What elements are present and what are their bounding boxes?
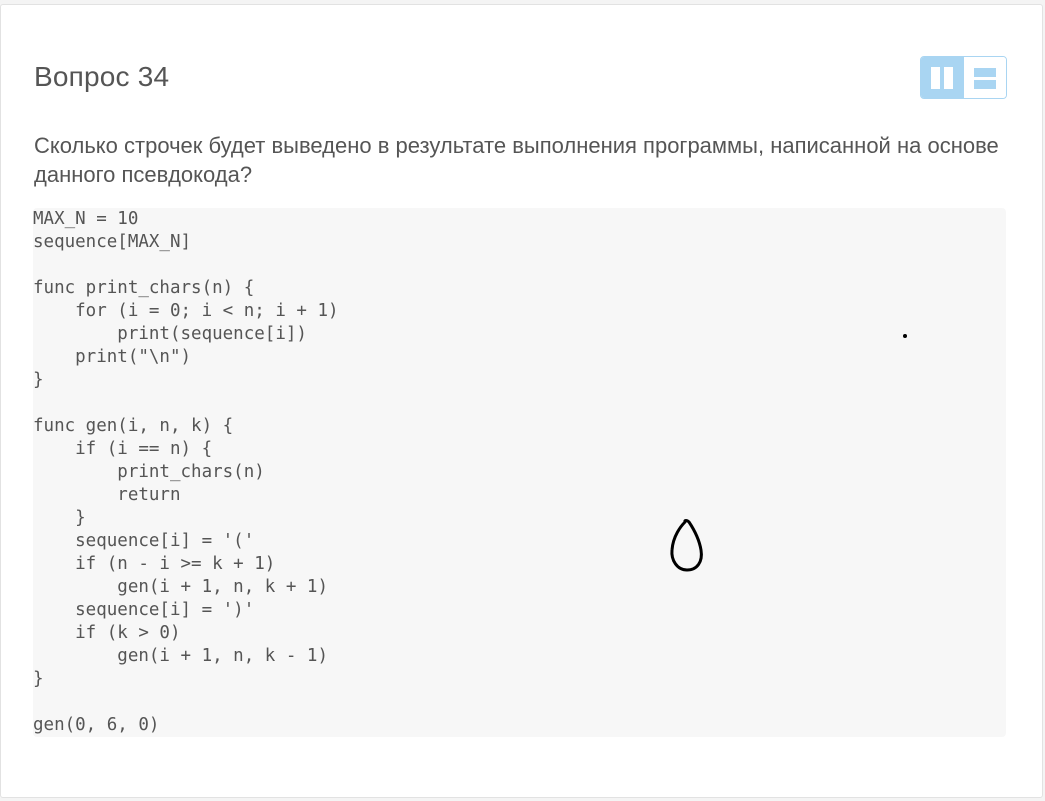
code-line: func print_chars(n) { xyxy=(33,278,255,298)
code-line: } xyxy=(33,370,44,390)
layout-toggle[interactable] xyxy=(920,56,1007,99)
code-line: } xyxy=(33,508,86,528)
code-line: print("\n") xyxy=(33,347,192,367)
code-line: if (i == n) { xyxy=(33,439,213,459)
code-line: sequence[i] = '(' xyxy=(33,531,255,551)
code-line: print_chars(n) xyxy=(33,462,265,482)
two-columns-icon xyxy=(931,66,954,89)
question-title: Вопрос 34 xyxy=(34,61,170,92)
code-line: return xyxy=(33,485,181,505)
two-columns-button[interactable] xyxy=(921,57,964,98)
question-text: Сколько строчек будет выведено в результ… xyxy=(34,133,999,187)
code-line: if (k > 0) xyxy=(33,623,181,643)
code-line: if (n - i >= k + 1) xyxy=(33,554,276,574)
handwritten-zero-scribble xyxy=(670,519,703,572)
code-line: sequence[i] = ')' xyxy=(33,600,255,620)
code-line: gen(i + 1, n, k + 1) xyxy=(33,577,329,597)
code-line: print(sequence[i]) xyxy=(33,324,307,344)
code-block: MAX_N = 10 sequence[MAX_N]func print_char… xyxy=(33,208,1006,737)
code-line: for (i = 0; i < n; i + 1) xyxy=(33,301,339,321)
code-line: MAX_N = 10 xyxy=(33,209,139,229)
code-line: } xyxy=(33,669,44,689)
ink-dot xyxy=(903,334,907,338)
two-rows-button[interactable] xyxy=(963,57,1006,98)
code-line: gen(0, 6, 0) xyxy=(33,715,160,735)
code-line: func gen(i, n, k) { xyxy=(33,416,234,436)
two-rows-icon xyxy=(973,67,996,89)
code-line: gen(i + 1, n, k - 1) xyxy=(33,646,329,666)
code-line: sequence[MAX_N] xyxy=(33,232,192,252)
